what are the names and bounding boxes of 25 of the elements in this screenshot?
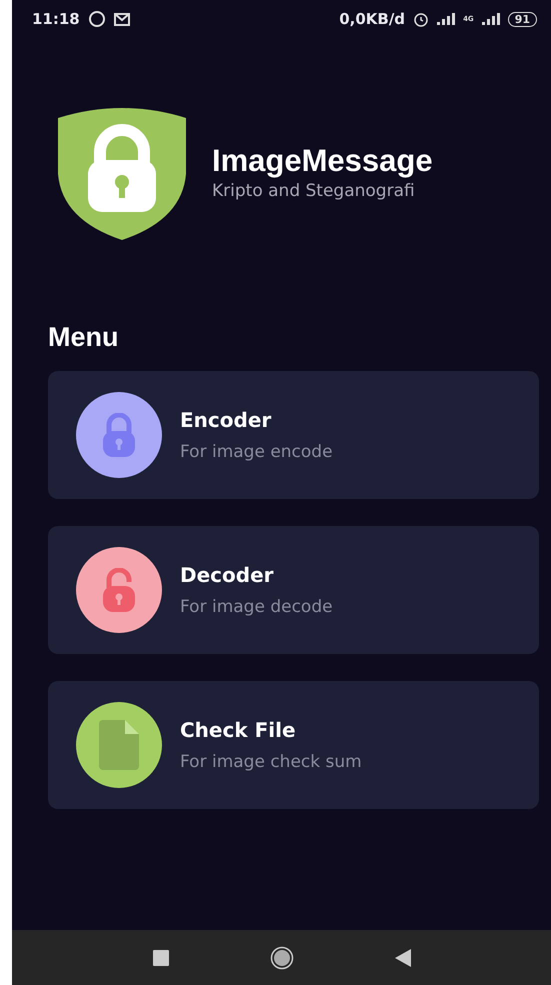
signal-icon — [437, 13, 456, 25]
menu-description: For image encode — [180, 442, 333, 462]
alarm-icon — [413, 11, 430, 27]
menu-card[interactable]: Encoder For image encode — [48, 371, 539, 499]
menu-title: Decoder — [180, 563, 275, 587]
padlock-icon — [101, 413, 137, 457]
recents-icon[interactable] — [152, 950, 168, 966]
menu-card[interactable]: Check File For image check sum — [48, 681, 539, 809]
back-icon[interactable] — [394, 948, 410, 966]
app-subtitle: Kripto and Steganografi — [212, 181, 416, 201]
data-rate: 0,0KB/d — [339, 10, 406, 28]
menu-title: Encoder — [180, 408, 272, 432]
menu-heading: Menu — [47, 321, 120, 353]
signal-icon — [482, 13, 500, 25]
open-padlock-icon — [101, 568, 137, 612]
menu-title: Check File — [180, 718, 297, 742]
menu-card[interactable]: Decoder For image decode — [48, 526, 539, 654]
file-icon — [99, 720, 139, 770]
menu-description: For image decode — [180, 597, 333, 617]
clock-time: 11:18 — [32, 10, 80, 28]
mail-icon — [114, 12, 130, 26]
battery-level: 91 — [508, 12, 537, 26]
home-icon[interactable] — [270, 946, 294, 970]
app-title: ImageMessage — [212, 143, 433, 179]
menu-description: For image check sum — [180, 752, 362, 772]
